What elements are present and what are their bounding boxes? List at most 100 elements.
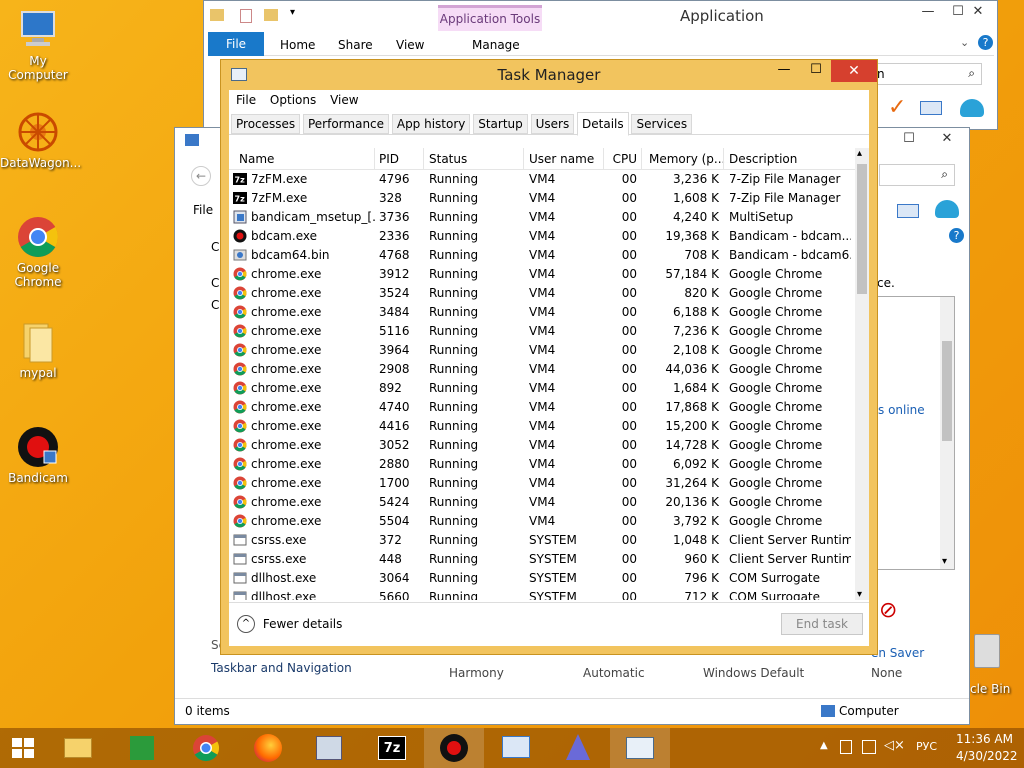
scroll-up-icon[interactable]: ▴ [857,148,862,159]
language-indicator[interactable]: РУС [916,740,937,753]
table-row[interactable]: chrome.exe 3052 Running VM4 00 14,728 K Google… [229,436,855,455]
menu-file[interactable]: File [231,90,261,110]
theme-option-windows-default[interactable]: Windows Default [703,666,804,680]
chevron-down-icon[interactable]: ⌄ [960,36,969,49]
help-icon[interactable]: ? [978,35,993,50]
desktop-icon-recycle-bin[interactable]: cle Bin [968,630,1024,696]
table-row[interactable]: chrome.exe 892 Running VM4 00 1,684 K Google C… [229,379,855,398]
table-row[interactable]: dllhost.exe 3064 Running SYSTEM 00 796 K COM S… [229,569,855,588]
shell-icon[interactable] [935,200,959,218]
search-box[interactable]: ⌕ [879,164,955,186]
column-header-pid[interactable]: PID [379,152,425,166]
table-row[interactable]: 7z 7zFM.exe 328 Running VM4 00 1,608 K 7-Zip Fi… [229,189,855,208]
table-row[interactable]: chrome.exe 3964 Running VM4 00 2,108 K Google … [229,341,855,360]
close-button[interactable]: ✕ [958,1,998,23]
column-header-name[interactable]: Name [239,152,365,166]
clock-time[interactable]: 11:36 AM [956,732,1013,746]
ribbon-tab-manage[interactable]: Manage [472,38,520,52]
screen-saver-label[interactable]: en Saver [871,646,924,660]
taskbar-control-panel[interactable] [486,728,546,768]
online-themes-link[interactable]: s online [878,403,925,417]
table-row[interactable]: chrome.exe 2880 Running VM4 00 6,092 K Google … [229,455,855,474]
menu-file[interactable]: File [193,203,213,217]
scrollbar-thumb[interactable] [857,164,867,294]
column-header-user-name[interactable]: User name [529,152,601,166]
column-header-memory[interactable]: Memory (p... [649,152,725,166]
table-row[interactable]: chrome.exe 5424 Running VM4 00 20,136 K Google… [229,493,855,512]
tab-performance[interactable]: Performance [302,114,390,134]
clock-date[interactable]: 4/30/2022 [956,749,1018,763]
taskbar-navigation-link[interactable]: Taskbar and Navigation [211,661,352,675]
task-manager-window[interactable]: Task Manager — ☐ ✕ File Options View Pro… [220,59,878,655]
vertical-scrollbar[interactable]: ▴ ▾ [855,148,869,600]
tab-users[interactable]: Users [530,114,575,134]
close-button[interactable]: ✕ [831,60,877,82]
ribbon-tab-file[interactable]: File [208,32,264,56]
title-bar[interactable]: Task Manager — ☐ ✕ [221,60,877,90]
scrollbar-thumb[interactable] [942,341,952,441]
table-row[interactable]: bandicam_msetup_[... 3736 Running VM4 00 4,24… [229,208,855,227]
properties-icon[interactable] [240,9,252,23]
taskbar-bandicam[interactable] [424,728,484,768]
checkmark-icon[interactable]: ✓ [888,95,906,120]
tab-processes[interactable]: Processes [231,114,301,134]
screen-icon[interactable] [897,204,919,218]
desktop-icon-bandicam[interactable]: Bandicam [0,425,76,485]
taskbar-file-explorer[interactable] [48,728,108,768]
action-center-icon[interactable] [840,740,852,754]
column-header-status[interactable]: Status [429,152,525,166]
tab-app-history[interactable]: App history [391,114,471,134]
theme-option-none[interactable]: None [871,666,902,680]
close-button[interactable]: ✕ [927,128,967,150]
chevron-up-icon[interactable]: ▲ [820,740,828,751]
taskbar-task-manager[interactable] [610,728,670,768]
desktop-icon-datawagon[interactable]: DataWagon... [0,110,81,170]
tab-startup[interactable]: Startup [473,114,528,134]
fewer-details-button[interactable]: ^ Fewer details [237,615,342,635]
theme-list[interactable]: s online ▾ [877,296,955,570]
chevron-down-icon[interactable]: ▾ [290,7,295,18]
taskbar-installer[interactable] [300,728,360,768]
table-row[interactable]: chrome.exe 3524 Running VM4 00 820 K Google Ch… [229,284,855,303]
help-icon[interactable]: ? [949,228,964,243]
theme-option-harmony[interactable]: Harmony [449,666,504,680]
table-row[interactable]: chrome.exe 4416 Running VM4 00 15,200 K Google… [229,417,855,436]
scrollbar[interactable]: ▾ [940,297,954,569]
scroll-down-icon[interactable]: ▾ [942,556,947,567]
taskbar-store[interactable] [112,728,172,768]
shell-icon[interactable] [960,99,984,117]
minimize-button[interactable]: — [769,62,799,82]
table-row[interactable]: chrome.exe 2908 Running VM4 00 44,036 K Google… [229,360,855,379]
back-button[interactable]: ← [191,166,211,186]
tab-details[interactable]: Details [577,112,629,136]
table-row[interactable]: chrome.exe 1700 Running VM4 00 31,264 K Google… [229,474,855,493]
theme-option-automatic[interactable]: Automatic [583,666,645,680]
taskbar-7zip[interactable]: 7z [362,728,422,768]
ribbon-tab-view[interactable]: View [396,38,424,52]
maximize-button[interactable]: ☐ [801,62,831,82]
column-header-cpu[interactable]: CPU [603,152,637,166]
search-box[interactable]: n ⌕ [872,63,982,85]
taskbar-app[interactable] [548,728,608,768]
ribbon-tab-share[interactable]: Share [338,38,373,52]
column-header-description[interactable]: Description [729,152,851,166]
volume-icon[interactable]: ◁× [884,738,905,753]
table-row[interactable]: chrome.exe 5116 Running VM4 00 7,236 K Google … [229,322,855,341]
screen-saver-icon[interactable]: ⊘ [879,598,907,628]
maximize-button[interactable]: ☐ [889,128,929,150]
desktop-icon-google-chrome[interactable]: Google Chrome [0,215,76,289]
screen-icon[interactable] [920,101,942,115]
start-button[interactable] [0,728,46,768]
table-row[interactable]: 7z 7zFM.exe 4796 Running VM4 00 3,236 K 7-Zip F… [229,170,855,189]
ribbon-tab-home[interactable]: Home [280,38,315,52]
network-icon[interactable] [862,740,876,754]
table-row[interactable]: chrome.exe 5504 Running VM4 00 3,792 K Google … [229,512,855,531]
menu-view[interactable]: View [325,90,363,110]
table-row[interactable]: csrss.exe 448 Running SYSTEM 00 960 K Client S… [229,550,855,569]
tab-services[interactable]: Services [631,114,693,134]
table-row[interactable]: bdcam.exe 2336 Running VM4 00 19,368 K Bandica… [229,227,855,246]
table-row[interactable]: dllhost.exe 5660 Running SYSTEM 00 712 K COM S… [229,588,855,600]
new-folder-icon[interactable] [264,9,278,21]
table-row[interactable]: bdcam64.bin 4768 Running VM4 00 708 K Bandicam… [229,246,855,265]
end-task-button[interactable]: End task [781,613,863,635]
